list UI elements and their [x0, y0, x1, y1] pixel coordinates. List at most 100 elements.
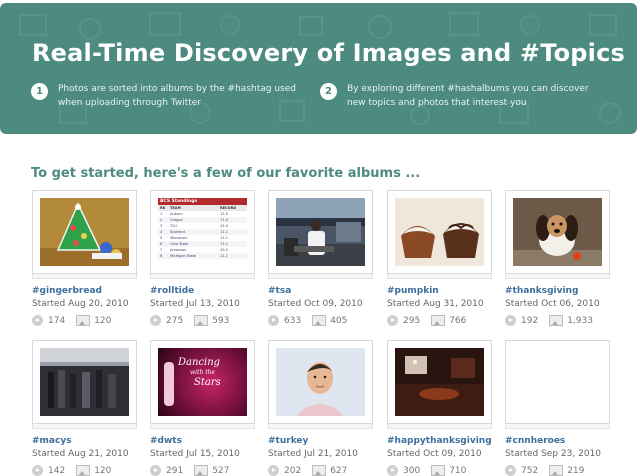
play-icon: [505, 465, 516, 476]
album-card-pumpkin[interactable]: #pumpkin Started Aug 31, 2010 295 766: [387, 190, 492, 326]
album-tag-link[interactable]: #happythanksgiving: [387, 436, 492, 446]
blank-photo[interactable]: [513, 348, 602, 416]
photo-icon: [549, 465, 564, 476]
photo-icon: [194, 315, 209, 326]
pumpkin-muffins-photo[interactable]: [395, 198, 484, 266]
album-card-dwts[interactable]: Dancing with the Stars #dwts Started Jul…: [150, 340, 255, 476]
photo-count: 1,933: [567, 315, 593, 326]
album-stats: 752 219: [505, 465, 610, 476]
step-number-badge: 1: [31, 83, 48, 100]
dancer-silhouette: [164, 362, 174, 406]
photo-count: 710: [449, 465, 467, 476]
album-thumbnail-frame[interactable]: [505, 340, 610, 429]
album-card-thanksgiving[interactable]: #thanksgiving Started Oct 06, 2010 192 1…: [505, 190, 610, 326]
step-2: 2 By exploring different #hashalbums you…: [320, 82, 597, 110]
album-stats: 202 627: [268, 465, 373, 476]
airport-security-photo[interactable]: [276, 198, 365, 266]
album-start-date: Started Oct 06, 2010: [505, 299, 600, 309]
album-start-date: Started Sep 23, 2010: [505, 449, 601, 459]
album-start-date: Started Aug 20, 2010: [32, 299, 129, 309]
photo-count: 593: [212, 315, 230, 326]
play-icon: [32, 465, 43, 476]
album-thumbnail-frame[interactable]: [268, 340, 373, 429]
album-card-gingerbread[interactable]: #gingerbread Started Aug 20, 2010 174 12…: [32, 190, 137, 326]
album-thumbnail-frame[interactable]: [387, 340, 492, 429]
play-icon: [387, 465, 398, 476]
hero-pattern: [19, 12, 621, 125]
clothing-store-photo[interactable]: [40, 348, 129, 416]
album-thumbnail-frame[interactable]: [268, 190, 373, 279]
album-tag-link[interactable]: #gingerbread: [32, 286, 137, 296]
view-count: 192: [521, 315, 539, 326]
album-tag-link[interactable]: #dwts: [150, 436, 255, 446]
photo-count: 405: [330, 315, 348, 326]
standings-col-team: TEAM: [170, 206, 181, 210]
view-count: 142: [48, 465, 66, 476]
step-number-badge: 2: [320, 83, 337, 100]
view-count: 202: [284, 465, 302, 476]
album-start-date: Started Aug 31, 2010: [387, 299, 484, 309]
album-thumbnail-frame[interactable]: BCS Standings RK TEAM RECORD 1 Auburn 12…: [150, 190, 255, 279]
photo-count: 766: [449, 315, 467, 326]
dancing-with-the-stars-photo[interactable]: Dancing with the Stars: [158, 348, 247, 416]
album-stats: 142 120: [32, 465, 137, 476]
view-count: 275: [166, 315, 184, 326]
photo-count: 120: [94, 315, 112, 326]
view-count: 752: [521, 465, 539, 476]
album-thumbnail-frame[interactable]: [505, 190, 610, 279]
play-icon: [150, 315, 161, 326]
album-tag-link[interactable]: #turkey: [268, 436, 373, 446]
album-thumbnail-frame[interactable]: Dancing with the Stars: [150, 340, 255, 429]
album-card-macys[interactable]: #macys Started Aug 21, 2010 142 120: [32, 340, 137, 476]
album-start-date: Started Oct 09, 2010: [268, 299, 363, 309]
album-thumbnail-frame[interactable]: [32, 340, 137, 429]
album-card-happythanksgiving[interactable]: #happythanksgiving Started Oct 09, 2010 …: [387, 340, 492, 476]
view-count: 295: [403, 315, 421, 326]
dwts-line-1: Dancing: [178, 357, 221, 368]
step-text: Photos are sorted into albums by the #ha…: [58, 84, 296, 108]
photo-count: 627: [330, 465, 348, 476]
bcs-standings-photo[interactable]: BCS Standings RK TEAM RECORD 1 Auburn 12…: [158, 198, 247, 266]
album-stats: 300 710: [387, 465, 492, 476]
album-start-date: Started Aug 21, 2010: [32, 449, 129, 459]
album-start-date: Started Oct 09, 2010: [387, 449, 482, 459]
play-icon: [268, 465, 279, 476]
hero-title: Real-Time Discovery of Images and #Topic…: [32, 39, 625, 67]
album-tag-link[interactable]: #pumpkin: [387, 286, 492, 296]
album-tag-link[interactable]: #tsa: [268, 286, 373, 296]
album-tag-link[interactable]: #rolltide: [150, 286, 255, 296]
album-tag-link[interactable]: #thanksgiving: [505, 286, 610, 296]
view-count: 633: [284, 315, 302, 326]
portrait-photo[interactable]: [276, 348, 365, 416]
step-1: 1 Photos are sorted into albums by the #…: [31, 82, 308, 110]
album-stats: 275 593: [150, 315, 255, 326]
section-title: To get started, here's a few of our favo…: [31, 166, 421, 181]
photo-icon: [76, 465, 91, 476]
play-icon: [268, 315, 279, 326]
photo-icon: [549, 315, 564, 326]
album-stats: 633 405: [268, 315, 373, 326]
album-tag-link[interactable]: #macys: [32, 436, 137, 446]
album-thumbnail-frame[interactable]: [387, 190, 492, 279]
photo-count: 120: [94, 465, 112, 476]
standings-team: Michigan State: [170, 254, 197, 258]
photo-count: 527: [212, 465, 230, 476]
album-stats: 295 766: [387, 315, 492, 326]
photo-icon: [194, 465, 209, 476]
album-card-turkey[interactable]: #turkey Started Jul 21, 2010 202 627: [268, 340, 373, 476]
album-card-cnnheroes[interactable]: #cnnheroes Started Sep 23, 2010 752 219: [505, 340, 610, 476]
play-icon: [150, 465, 161, 476]
gingerbread-tree-photo[interactable]: [40, 198, 129, 266]
dwts-logo-text: Dancing with the Stars: [178, 358, 221, 388]
album-stats: 192 1,933: [505, 315, 610, 326]
dark-room-photo[interactable]: [395, 348, 484, 416]
album-card-rolltide[interactable]: BCS Standings RK TEAM RECORD 1 Auburn 12…: [150, 190, 255, 326]
standings-rank: 8: [160, 254, 163, 258]
dog-photo[interactable]: [513, 198, 602, 266]
album-thumbnail-frame[interactable]: [32, 190, 137, 279]
view-count: 300: [403, 465, 421, 476]
album-tag-link[interactable]: #cnnheroes: [505, 436, 610, 446]
standings-record: 11-1: [220, 254, 228, 258]
view-count: 174: [48, 315, 66, 326]
album-card-tsa[interactable]: #tsa Started Oct 09, 2010 633 405: [268, 190, 373, 326]
